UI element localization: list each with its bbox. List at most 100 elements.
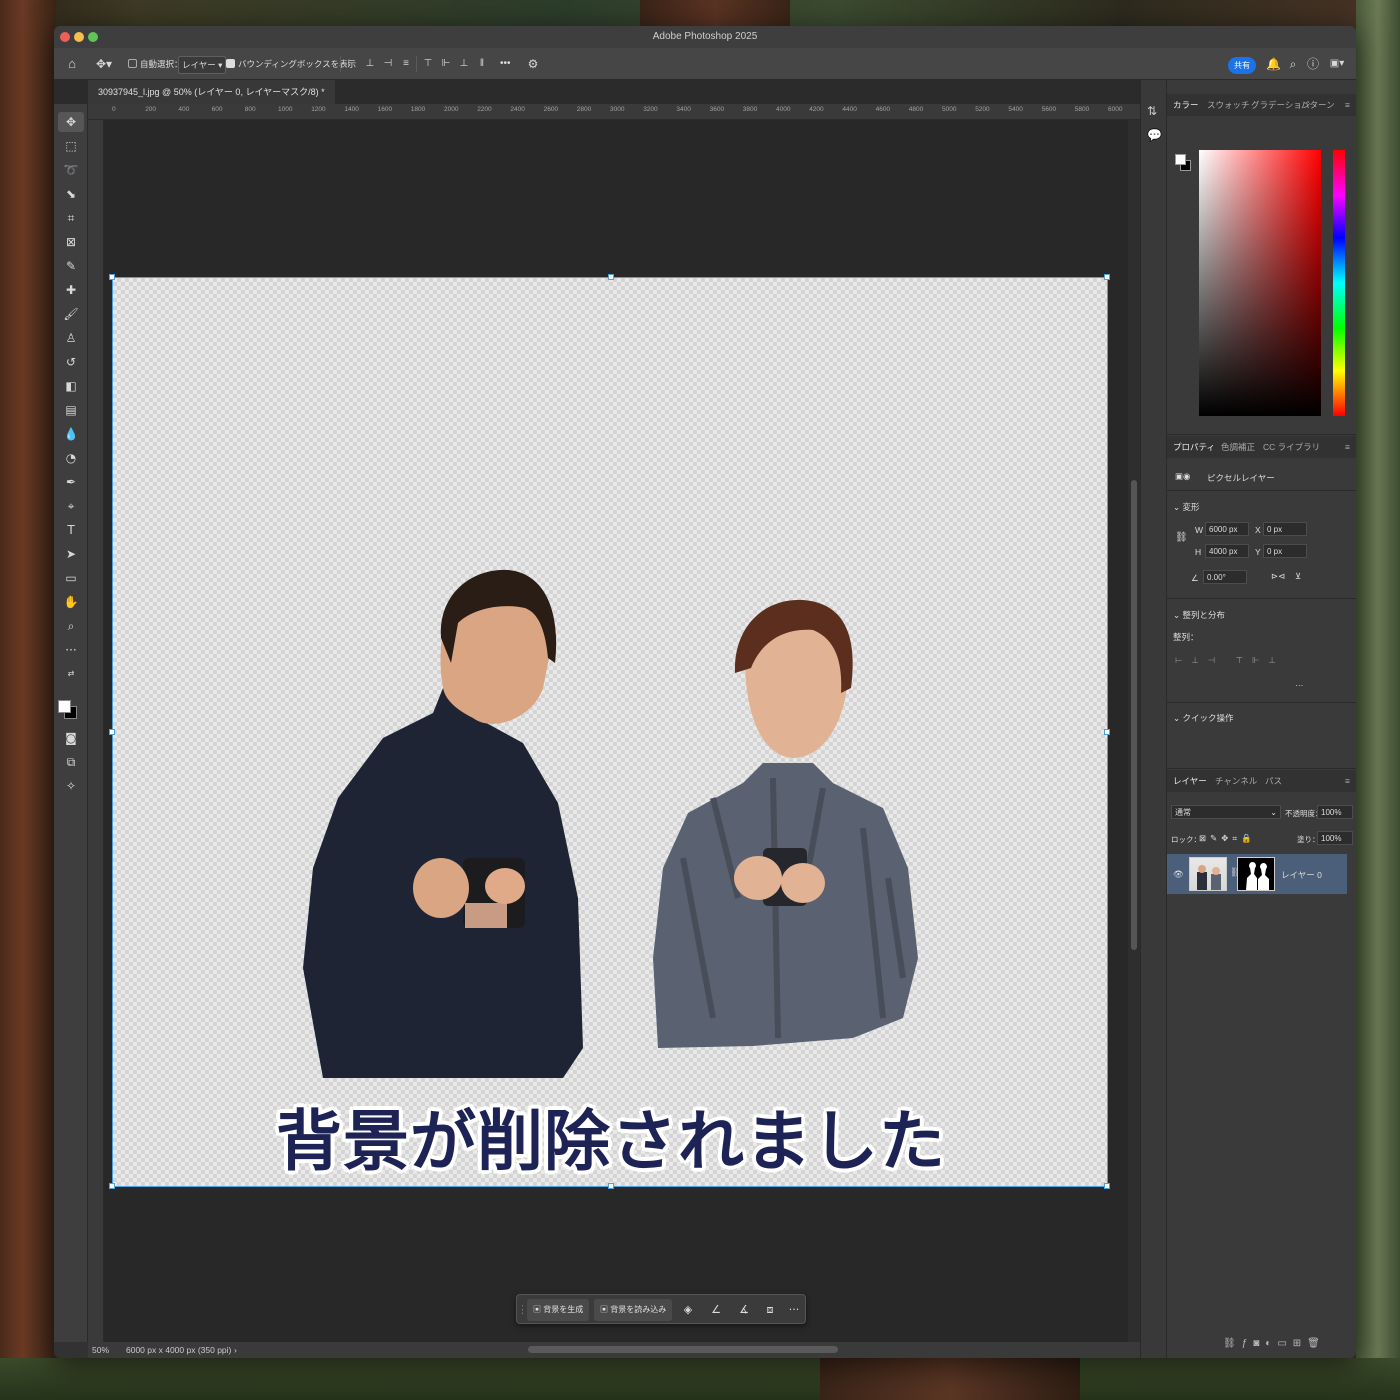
minimize-window-button[interactable]: [74, 32, 84, 42]
panel-foreground-swatch[interactable]: [1175, 154, 1186, 165]
tab-cc-libraries[interactable]: CC ライブラリ: [1263, 436, 1320, 458]
foreground-color-swatch[interactable]: [58, 700, 71, 713]
history-brush-tool-icon[interactable]: ↺: [58, 352, 84, 372]
document-info[interactable]: 6000 px x 4000 px (350 ppi): [126, 1342, 231, 1358]
comments-panel-icon[interactable]: 💬: [1147, 128, 1162, 142]
tab-swatches[interactable]: スウォッチ: [1207, 94, 1250, 116]
screen-mode-icon[interactable]: ⧉: [58, 752, 84, 772]
eraser-tool-icon[interactable]: ◧: [58, 376, 84, 396]
panel-align-icons[interactable]: ⊢⊥⊣ ⊤⊩⊥: [1175, 655, 1285, 666]
zoom-window-button[interactable]: [88, 32, 98, 42]
transform-handle-t[interactable]: [608, 274, 614, 280]
import-background-button[interactable]: ▣ 背景を読み込み: [594, 1299, 673, 1321]
y-field[interactable]: 0 px: [1263, 544, 1307, 558]
width-field[interactable]: 6000 px: [1205, 522, 1249, 536]
hue-slider[interactable]: [1333, 150, 1345, 416]
marquee-tool-icon[interactable]: ⬚: [58, 136, 84, 156]
layer-thumbnail[interactable]: [1189, 857, 1227, 891]
height-field[interactable]: 4000 px: [1205, 544, 1249, 558]
share-button[interactable]: 共有: [1228, 57, 1256, 74]
tab-adjustments[interactable]: 色調補正: [1221, 436, 1255, 458]
layer-visibility-eye-icon[interactable]: 👁: [1173, 869, 1184, 880]
x-field[interactable]: 0 px: [1263, 522, 1307, 536]
distribute-vertical-icon[interactable]: ‖: [476, 56, 488, 72]
move-tool-icon[interactable]: ✥: [58, 112, 84, 132]
frame-tool-icon[interactable]: ⊠: [58, 232, 84, 252]
transform-handle-l[interactable]: [109, 729, 115, 735]
generate-background-button[interactable]: ▣ 背景を生成: [527, 1299, 590, 1321]
type-tool-icon[interactable]: T: [58, 520, 84, 540]
flip-vertical-icon[interactable]: ⊻: [1295, 571, 1301, 582]
document-info-chevron-icon[interactable]: ›: [234, 1342, 237, 1358]
color-picker-field[interactable]: [1199, 150, 1321, 416]
align-right-icon[interactable]: ⊣: [382, 56, 394, 72]
move-tool-preset-icon[interactable]: ✥▾: [92, 56, 116, 72]
more-options-button[interactable]: •••: [500, 56, 511, 72]
help-icon[interactable]: ⓘ: [1306, 56, 1320, 72]
close-window-button[interactable]: [60, 32, 70, 42]
transform-handle-r[interactable]: [1104, 729, 1110, 735]
fill-field[interactable]: 100%: [1317, 831, 1353, 845]
transform-handle-br[interactable]: [1104, 1183, 1110, 1189]
align-bottom-icon[interactable]: ⊥: [458, 56, 470, 72]
generative-icon[interactable]: ✧: [58, 776, 84, 796]
dodge-tool-icon[interactable]: ◔: [58, 448, 84, 468]
blend-mode-dropdown[interactable]: 通常 ⌄: [1171, 805, 1281, 819]
eyedropper-tool-icon[interactable]: ✎: [58, 256, 84, 276]
history-panel-icon[interactable]: ⇅: [1147, 104, 1157, 118]
fill-icon[interactable]: ◈: [677, 1299, 699, 1321]
document-tab[interactable]: 30937945_l.jpg @ 50% (レイヤー 0, レイヤーマスク/8)…: [88, 80, 335, 104]
pen-tool-icon[interactable]: ✒: [58, 472, 84, 492]
path-selection-tool-icon[interactable]: ➤: [58, 544, 84, 564]
healing-brush-tool-icon[interactable]: ✚: [58, 280, 84, 300]
align-top-icon[interactable]: ⊤: [422, 56, 434, 72]
align-vcenter-icon[interactable]: ⊩: [440, 56, 452, 72]
auto-select-dropdown[interactable]: レイヤー ▾: [178, 56, 227, 74]
zoom-tool-icon[interactable]: ⌕: [58, 616, 84, 636]
lock-options-icons[interactable]: ⊠✎✥⌗🔒: [1199, 833, 1256, 844]
tab-channels[interactable]: チャンネル: [1215, 770, 1257, 792]
tab-patterns[interactable]: パターン: [1301, 94, 1335, 116]
vertical-scrollbar[interactable]: [1128, 120, 1140, 1342]
color-panel-menu-icon[interactable]: ≡: [1345, 94, 1350, 116]
tab-layers[interactable]: レイヤー: [1173, 770, 1207, 792]
auto-select-checkbox[interactable]: 自動選択：: [128, 56, 183, 72]
object-selection-tool-icon[interactable]: ⬊: [58, 184, 84, 204]
properties-panel-menu-icon[interactable]: ≡: [1345, 436, 1350, 458]
tab-paths[interactable]: パス: [1265, 770, 1282, 792]
more-tools-icon[interactable]: ···: [58, 640, 84, 660]
layer-mask-thumbnail[interactable]: [1237, 857, 1275, 891]
layers-footer-icons[interactable]: ⛓ƒ◙◐▭⊞🗑: [1223, 1338, 1326, 1349]
rectangle-tool-icon[interactable]: ▭: [58, 568, 84, 588]
swap-colors-icon[interactable]: ⇄: [58, 664, 84, 684]
tab-color[interactable]: カラー: [1173, 94, 1199, 116]
invert-mask-icon[interactable]: ⧈: [759, 1299, 781, 1321]
quick-actions-toggle[interactable]: ⌄ クイック操作: [1173, 712, 1234, 724]
notifications-bell-icon[interactable]: 🔔: [1266, 56, 1281, 72]
layers-panel-menu-icon[interactable]: ≡: [1345, 770, 1350, 792]
brush-tool-icon[interactable]: 🖌: [58, 304, 84, 324]
document-canvas[interactable]: 背景が削除されました: [109, 274, 1110, 1189]
transform-handle-tl[interactable]: [109, 274, 115, 280]
link-dimensions-icon[interactable]: ⛓: [1175, 532, 1188, 543]
pen-path-tool-icon[interactable]: ⌖: [58, 496, 84, 516]
crop-tool-icon[interactable]: ⌗: [58, 208, 84, 228]
home-icon[interactable]: ⌂: [64, 56, 80, 72]
gradient-tool-icon[interactable]: ▤: [58, 400, 84, 420]
transform-handle-bl[interactable]: [109, 1183, 115, 1189]
transform-handle-tr[interactable]: [1104, 274, 1110, 280]
layer-row[interactable]: 👁 ⛓ レイヤー 0: [1167, 854, 1347, 894]
flip-horizontal-icon[interactable]: ⊳⊲: [1271, 571, 1285, 582]
quick-mask-icon[interactable]: ◙: [58, 728, 84, 748]
drag-handle-icon[interactable]: ⋮: [517, 1299, 528, 1321]
horizontal-scrollbar[interactable]: [528, 1346, 838, 1353]
align-left-icon[interactable]: ⊢: [346, 56, 358, 72]
hand-tool-icon[interactable]: ✋: [58, 592, 84, 612]
transform-section-toggle[interactable]: ⌄ 変形: [1173, 501, 1200, 513]
opacity-field[interactable]: 100%: [1317, 805, 1353, 819]
distribute-icon[interactable]: ≡: [400, 56, 412, 72]
bounding-box-checkbox[interactable]: バウンディングボックスを表示: [226, 56, 356, 72]
angle-field[interactable]: 0.00°: [1203, 570, 1247, 584]
blur-tool-icon[interactable]: 💧: [58, 424, 84, 444]
search-icon[interactable]: ⌕: [1286, 56, 1300, 72]
